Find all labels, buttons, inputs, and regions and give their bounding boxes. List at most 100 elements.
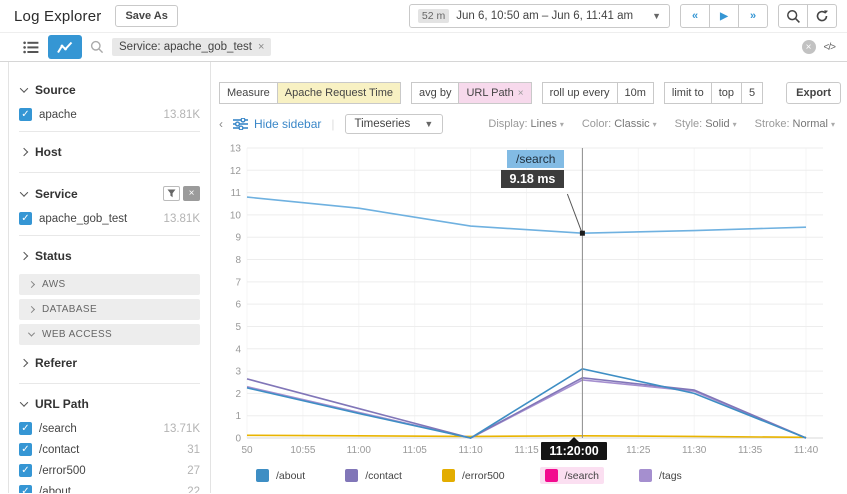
viz-type-select[interactable]: Timeseries ▼ xyxy=(344,114,444,134)
time-play-button[interactable]: ▶ xyxy=(709,4,739,28)
avg-by-value-text: URL Path xyxy=(466,87,514,99)
time-back-button[interactable]: « xyxy=(680,4,710,28)
legend-swatch xyxy=(441,469,455,482)
checkbox-checked-icon[interactable]: ✓ xyxy=(19,443,32,456)
chevron-down-icon xyxy=(19,398,29,407)
time-forward-button[interactable]: » xyxy=(738,4,768,28)
zoom-button[interactable] xyxy=(778,4,808,28)
chevron-right-icon xyxy=(19,358,29,368)
checkbox-checked-icon[interactable]: ✓ xyxy=(19,212,32,225)
color-value: Classic xyxy=(614,118,650,130)
legend-label: /search xyxy=(564,469,600,482)
legend-item-search[interactable]: /search xyxy=(539,467,605,484)
clear-search-button[interactable]: × xyxy=(801,40,816,54)
facet-section-referer[interactable]: Referer xyxy=(19,349,200,377)
avg-by-value[interactable]: URL Path × xyxy=(458,82,532,104)
facet-section-label: URL Path xyxy=(35,397,89,411)
facet-item-apache-gob-test[interactable]: ✓ apache_gob_test 13.81K xyxy=(19,208,200,229)
refresh-icon xyxy=(816,10,828,22)
search-bar: Service: apache_gob_test × × </> xyxy=(0,32,847,62)
legend-item-about[interactable]: /about xyxy=(251,467,310,484)
svg-text:7: 7 xyxy=(235,277,241,288)
page-title: Log Explorer xyxy=(14,7,102,25)
timeseries-view-button[interactable] xyxy=(48,35,82,59)
svg-text:10:55: 10:55 xyxy=(290,445,315,456)
svg-text:1: 1 xyxy=(235,411,241,422)
svg-text:11:30: 11:30 xyxy=(682,445,707,456)
limit-direction[interactable]: top xyxy=(710,82,742,104)
rollup-group: roll up every 10m xyxy=(541,82,654,104)
facet-section-host[interactable]: Host xyxy=(19,138,200,166)
rollup-label[interactable]: roll up every xyxy=(541,82,618,104)
facet-section-url-path[interactable]: URL Path xyxy=(19,390,200,418)
search-input[interactable]: Service: apache_gob_test × xyxy=(90,38,794,56)
refresh-button[interactable] xyxy=(807,4,837,28)
display-option[interactable]: Display: Lines ▾ xyxy=(488,118,563,130)
facet-section-service[interactable]: Service × xyxy=(19,179,200,208)
remove-group-by-icon[interactable]: × xyxy=(518,88,524,99)
fast-forward-icon: » xyxy=(749,10,757,22)
service-filter-chip[interactable]: Service: apache_gob_test × xyxy=(112,38,272,56)
stroke-value: Normal xyxy=(792,118,828,130)
facet-group-aws[interactable]: AWS xyxy=(19,274,200,295)
checkbox-checked-icon[interactable]: ✓ xyxy=(19,422,32,435)
hide-sidebar-button[interactable]: Hide sidebar xyxy=(233,117,321,131)
facet-section-label: Host xyxy=(35,145,62,159)
divider xyxy=(19,235,200,236)
chevron-down-icon xyxy=(19,84,29,93)
facet-group-database[interactable]: DATABASE xyxy=(19,299,200,320)
facet-item-label: /error500 xyxy=(39,464,86,477)
chip-remove-icon[interactable]: × xyxy=(258,41,264,53)
time-range-picker[interactable]: 52 m Jun 6, 10:50 am – Jun 6, 11:41 am ▼ xyxy=(408,4,670,28)
color-option[interactable]: Color: Classic ▾ xyxy=(582,118,657,130)
facet-section-status[interactable]: Status xyxy=(19,242,200,270)
facet-section-source[interactable]: Source xyxy=(19,76,200,104)
code-view-toggle[interactable]: </> xyxy=(824,42,837,53)
avg-by-group: avg by URL Path × xyxy=(411,82,532,104)
checkbox-checked-icon[interactable]: ✓ xyxy=(19,464,32,477)
svg-text:10: 10 xyxy=(230,210,242,221)
legend-swatch xyxy=(544,469,558,482)
svg-text:2: 2 xyxy=(235,389,241,400)
measure-value[interactable]: Apache Request Time xyxy=(276,82,402,104)
filter-facet-button[interactable] xyxy=(163,186,180,201)
list-view-button[interactable] xyxy=(14,35,48,59)
facet-item-error500[interactable]: ✓ /error500 27 xyxy=(19,460,200,481)
chevron-right-icon xyxy=(27,280,36,289)
limit-label[interactable]: limit to xyxy=(663,82,712,104)
facet-item-contact[interactable]: ✓ /contact 31 xyxy=(19,439,200,460)
style-label: Style: xyxy=(674,118,703,130)
legend-item-tags[interactable]: /tags xyxy=(634,467,687,484)
facet-item-about[interactable]: ✓ /about 22 xyxy=(19,481,200,493)
checkbox-checked-icon[interactable]: ✓ xyxy=(19,485,32,493)
remove-facet-filter-button[interactable]: × xyxy=(183,186,200,201)
legend-swatch xyxy=(345,469,359,482)
avg-by-label[interactable]: avg by xyxy=(411,82,460,104)
facet-section-label: Service xyxy=(35,186,78,201)
facet-item-apache[interactable]: ✓ apache 13.81K xyxy=(19,104,200,125)
save-as-button[interactable]: Save As xyxy=(115,5,178,27)
chevron-down-icon: ▾ xyxy=(652,120,657,129)
stroke-option[interactable]: Stroke: Normal ▾ xyxy=(755,118,835,130)
chart-canvas[interactable]: 5010:5511:0011:0511:1011:1511:2011:2511:… xyxy=(221,140,841,462)
facet-group-web-access[interactable]: WEB ACCESS xyxy=(19,324,200,345)
divider xyxy=(19,172,200,173)
svg-text:11:05: 11:05 xyxy=(403,445,428,456)
legend-item-error500[interactable]: /error500 xyxy=(437,467,510,484)
timeseries-chart[interactable]: 5010:5511:0011:0511:1011:1511:2011:2511:… xyxy=(221,140,841,484)
export-button[interactable]: Export xyxy=(786,82,841,104)
facet-group-label: AWS xyxy=(42,279,66,290)
chevron-down-icon: ▼ xyxy=(424,119,434,129)
funnel-icon xyxy=(167,189,176,198)
style-option[interactable]: Style: Solid ▾ xyxy=(675,118,737,130)
collapse-panel-arrow[interactable]: ‹ xyxy=(219,117,223,131)
facet-item-count: 13.81K xyxy=(163,212,200,225)
measure-label[interactable]: Measure xyxy=(219,82,278,104)
limit-value[interactable]: 5 xyxy=(741,82,764,104)
facet-item-search[interactable]: ✓ /search 13.71K xyxy=(19,418,200,439)
display-label: Display: xyxy=(488,118,528,130)
checkbox-checked-icon[interactable]: ✓ xyxy=(19,108,32,121)
legend-label: /error500 xyxy=(461,469,505,482)
rollup-value[interactable]: 10m xyxy=(616,82,654,104)
legend-item-contact[interactable]: /contact xyxy=(340,467,407,484)
